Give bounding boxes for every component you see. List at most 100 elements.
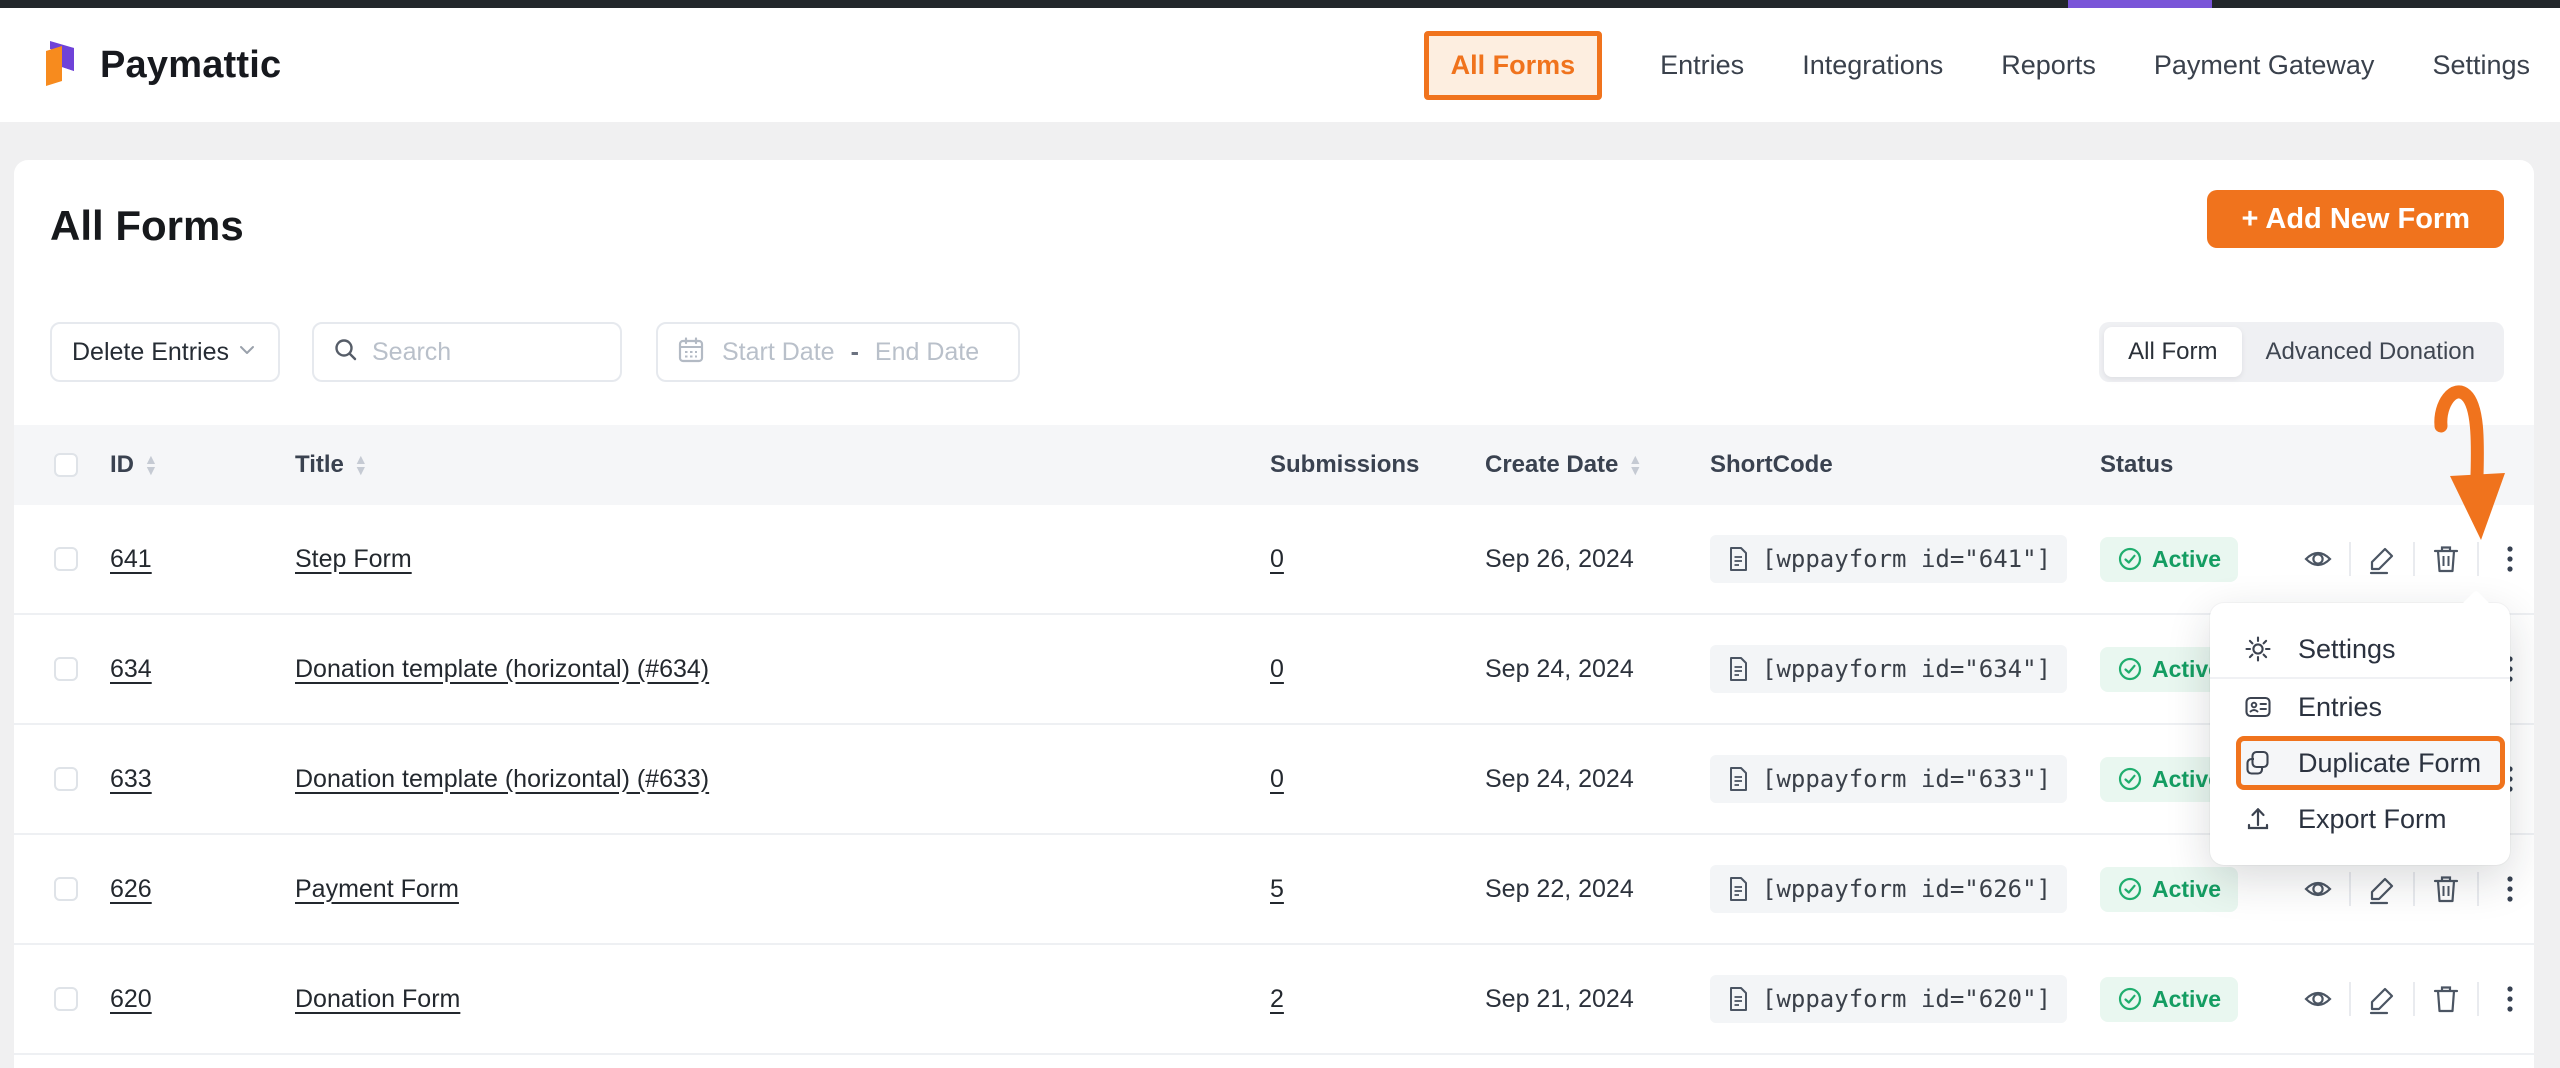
add-new-form-button[interactable]: + Add New Form — [2207, 190, 2504, 248]
preview-eye-icon[interactable] — [2300, 871, 2336, 907]
submissions-link[interactable]: 2 — [1270, 985, 1284, 1013]
check-circle-icon — [2117, 876, 2143, 902]
duplicate-copy-icon — [2242, 748, 2274, 778]
nav-tab-reports[interactable]: Reports — [2001, 50, 2096, 81]
start-date-placeholder: Start Date — [722, 338, 835, 367]
search-input[interactable] — [372, 338, 582, 367]
edit-pencil-icon[interactable] — [2364, 541, 2400, 577]
row-actions — [2300, 871, 2528, 907]
sort-icon[interactable]: ▲▼ — [144, 454, 158, 476]
table-row: 626 Payment Form 5 Sep 22, 2024 [wppayfo… — [14, 835, 2534, 945]
delete-trash-icon[interactable] — [2428, 871, 2464, 907]
column-header-title[interactable]: Title▲▼ — [295, 451, 1270, 479]
status-badge: Active — [2100, 537, 2238, 582]
form-id-link[interactable]: 633 — [110, 765, 152, 793]
status-badge: Active — [2100, 977, 2238, 1022]
submissions-link[interactable]: 0 — [1270, 655, 1284, 683]
column-header-submissions: Submissions — [1270, 451, 1485, 479]
shortcode-chip[interactable]: [wppayform id="641"] — [1710, 535, 2067, 583]
date-range-picker[interactable]: Start Date - End Date — [656, 322, 1020, 382]
edit-pencil-icon[interactable] — [2364, 981, 2400, 1017]
row-menu-dots-icon[interactable] — [2492, 541, 2528, 577]
brand: Paymattic — [36, 35, 281, 96]
row-context-menu: Settings Entries Duplicate Form — [2210, 603, 2510, 865]
row-actions — [2300, 541, 2528, 577]
row-checkbox[interactable] — [54, 767, 78, 791]
form-id-link[interactable]: 626 — [110, 875, 152, 903]
shortcode-chip[interactable]: [wppayform id="634"] — [1710, 645, 2067, 693]
edit-pencil-icon[interactable] — [2364, 871, 2400, 907]
all-forms-card: All Forms + Add New Form Delete Entries … — [14, 160, 2534, 1068]
form-id-link[interactable]: 641 — [110, 545, 152, 573]
form-title-link[interactable]: Donation template (horizontal) (#634) — [295, 655, 709, 683]
screen: Paymattic All Forms Entries Integrations… — [0, 0, 2560, 1068]
select-all-checkbox[interactable] — [54, 453, 78, 477]
nav-tab-settings[interactable]: Settings — [2432, 50, 2530, 81]
nav-tab-payment-gateway[interactable]: Payment Gateway — [2154, 50, 2375, 81]
date-separator: - — [851, 338, 859, 367]
shortcode-chip[interactable]: [wppayform id="633"] — [1710, 755, 2067, 803]
browser-top-strip — [0, 0, 2560, 8]
form-title-link[interactable]: Payment Form — [295, 875, 459, 903]
row-menu-dots-icon[interactable] — [2492, 981, 2528, 1017]
sort-icon[interactable]: ▲▼ — [1628, 454, 1642, 476]
chevron-down-icon — [236, 339, 258, 366]
check-circle-icon — [2117, 766, 2143, 792]
search-icon — [332, 336, 360, 369]
bulk-action-label: Delete Entries — [72, 338, 229, 367]
calendar-icon — [676, 335, 706, 370]
delete-trash-icon[interactable] — [2428, 541, 2464, 577]
table-header: ID▲▼ Title▲▼ Submissions Create Date▲▼ S… — [14, 425, 2534, 505]
menu-item-settings[interactable]: Settings — [2210, 621, 2510, 677]
annotation-box-all-forms: All Forms — [1424, 31, 1603, 100]
row-checkbox[interactable] — [54, 877, 78, 901]
nav-tab-all-forms[interactable]: All Forms — [1451, 50, 1576, 80]
brand-name: Paymattic — [100, 44, 281, 87]
document-icon — [1726, 656, 1750, 682]
submissions-link[interactable]: 5 — [1270, 875, 1284, 903]
bulk-action-select[interactable]: Delete Entries — [50, 322, 280, 382]
preview-eye-icon[interactable] — [2300, 981, 2336, 1017]
end-date-placeholder: End Date — [875, 338, 979, 367]
gear-icon — [2242, 634, 2274, 664]
column-header-id[interactable]: ID▲▼ — [110, 451, 295, 479]
create-date: Sep 26, 2024 — [1485, 545, 1634, 573]
column-header-create-date[interactable]: Create Date▲▼ — [1485, 451, 1710, 479]
menu-item-export-form[interactable]: Export Form — [2210, 791, 2510, 847]
row-menu-dots-icon[interactable] — [2492, 871, 2528, 907]
form-id-link[interactable]: 634 — [110, 655, 152, 683]
row-checkbox[interactable] — [54, 547, 78, 571]
loading-progress-segment — [2068, 0, 2212, 8]
nav-tab-entries[interactable]: Entries — [1660, 50, 1744, 81]
delete-trash-icon[interactable] — [2428, 981, 2464, 1017]
form-title-link[interactable]: Donation Form — [295, 985, 460, 1013]
create-date: Sep 21, 2024 — [1485, 985, 1634, 1013]
document-icon — [1726, 546, 1750, 572]
table-row: 634 Donation template (horizontal) (#634… — [14, 615, 2534, 725]
toggle-all-form[interactable]: All Form — [2104, 327, 2241, 377]
form-id-link[interactable]: 620 — [110, 985, 152, 1013]
create-date: Sep 22, 2024 — [1485, 875, 1634, 903]
search-box — [312, 322, 622, 382]
document-icon — [1726, 766, 1750, 792]
sort-icon[interactable]: ▲▼ — [354, 454, 368, 476]
form-title-link[interactable]: Donation template (horizontal) (#633) — [295, 765, 709, 793]
column-header-shortcode: ShortCode — [1710, 451, 2100, 479]
row-checkbox[interactable] — [54, 657, 78, 681]
nav-tab-integrations[interactable]: Integrations — [1802, 50, 1943, 81]
form-title-link[interactable]: Step Form — [295, 545, 412, 573]
shortcode-chip[interactable]: [wppayform id="626"] — [1710, 865, 2067, 913]
create-date: Sep 24, 2024 — [1485, 765, 1634, 793]
table-row: 641 Step Form 0 Sep 26, 2024 [wppayform … — [14, 505, 2534, 615]
preview-eye-icon[interactable] — [2300, 541, 2336, 577]
shortcode-chip[interactable]: [wppayform id="620"] — [1710, 975, 2067, 1023]
submissions-link[interactable]: 0 — [1270, 765, 1284, 793]
row-actions — [2300, 981, 2528, 1017]
toggle-advanced-donation[interactable]: Advanced Donation — [2242, 327, 2499, 377]
menu-item-entries[interactable]: Entries — [2210, 679, 2510, 735]
check-circle-icon — [2117, 546, 2143, 572]
menu-item-duplicate-form[interactable]: Duplicate Form — [2210, 735, 2510, 791]
create-date: Sep 24, 2024 — [1485, 655, 1634, 683]
submissions-link[interactable]: 0 — [1270, 545, 1284, 573]
row-checkbox[interactable] — [54, 987, 78, 1011]
